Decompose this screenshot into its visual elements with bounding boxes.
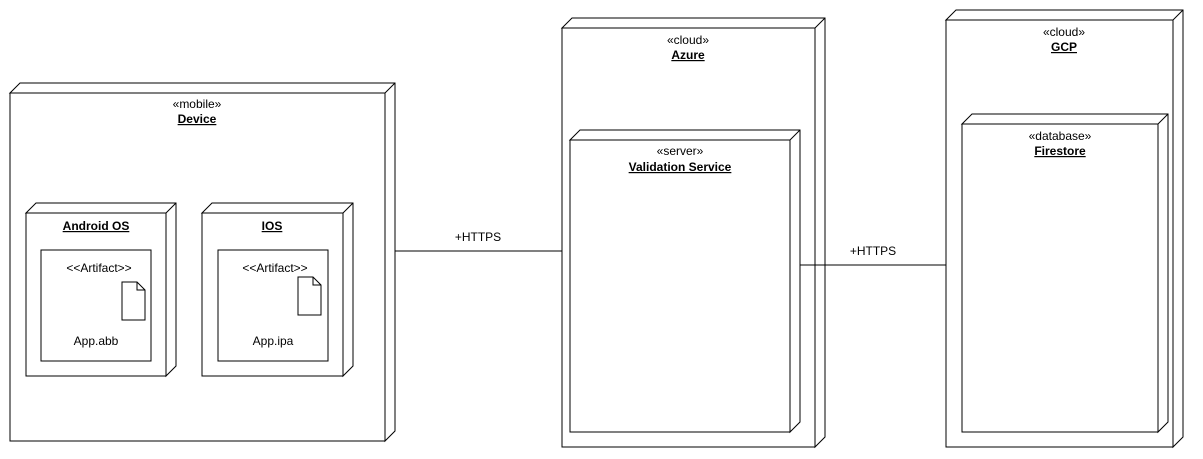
validation-stereotype: «server» — [657, 144, 704, 158]
firestore-stereotype: «database» — [1029, 129, 1092, 143]
azure-stereotype: «cloud» — [667, 33, 709, 47]
android-artifact[interactable]: <<Artifact>> App.abb — [40, 249, 152, 362]
gcp-stereotype: «cloud» — [1043, 25, 1085, 39]
validation-service-node[interactable]: «server» Validation Service — [568, 129, 801, 434]
ios-name: IOS — [262, 219, 283, 233]
connection-label: +HTTPS — [850, 244, 896, 258]
firestore-node[interactable]: «database» Firestore — [960, 113, 1169, 434]
device-stereotype: «mobile» — [173, 97, 222, 111]
ios-artifact-stereotype: <<Artifact>> — [242, 261, 307, 275]
android-artifact-stereotype: <<Artifact>> — [66, 261, 131, 275]
android-artifact-name: App.abb — [74, 334, 119, 348]
ios-node[interactable]: IOS <<Artifact>> App.ipa — [200, 202, 354, 378]
firestore-node-face — [961, 123, 1159, 433]
ios-artifact-name: App.ipa — [253, 334, 294, 348]
gcp-name: GCP — [1051, 40, 1077, 54]
ios-artifact[interactable]: <<Artifact>> App.ipa — [217, 249, 329, 362]
azure-name: Azure — [671, 48, 705, 62]
validation-node-face — [569, 139, 791, 433]
azure-node[interactable]: «cloud» Azure «server» Validation Servic… — [560, 17, 826, 449]
deployment-diagram: «mobile» Device Android OS <<Artifact>> … — [8, 9, 1184, 449]
firestore-name: Firestore — [1034, 144, 1086, 158]
android-name: Android OS — [63, 219, 130, 233]
connection-label: +HTTPS — [455, 230, 501, 244]
device-name: Device — [178, 112, 217, 126]
validation-name: Validation Service — [629, 160, 732, 174]
android-node[interactable]: Android OS <<Artifact>> App.abb — [24, 202, 177, 378]
https-connection-device-azure[interactable]: +HTTPS — [395, 230, 562, 252]
gcp-node[interactable]: «cloud» GCP «database» Firestore — [944, 9, 1184, 449]
